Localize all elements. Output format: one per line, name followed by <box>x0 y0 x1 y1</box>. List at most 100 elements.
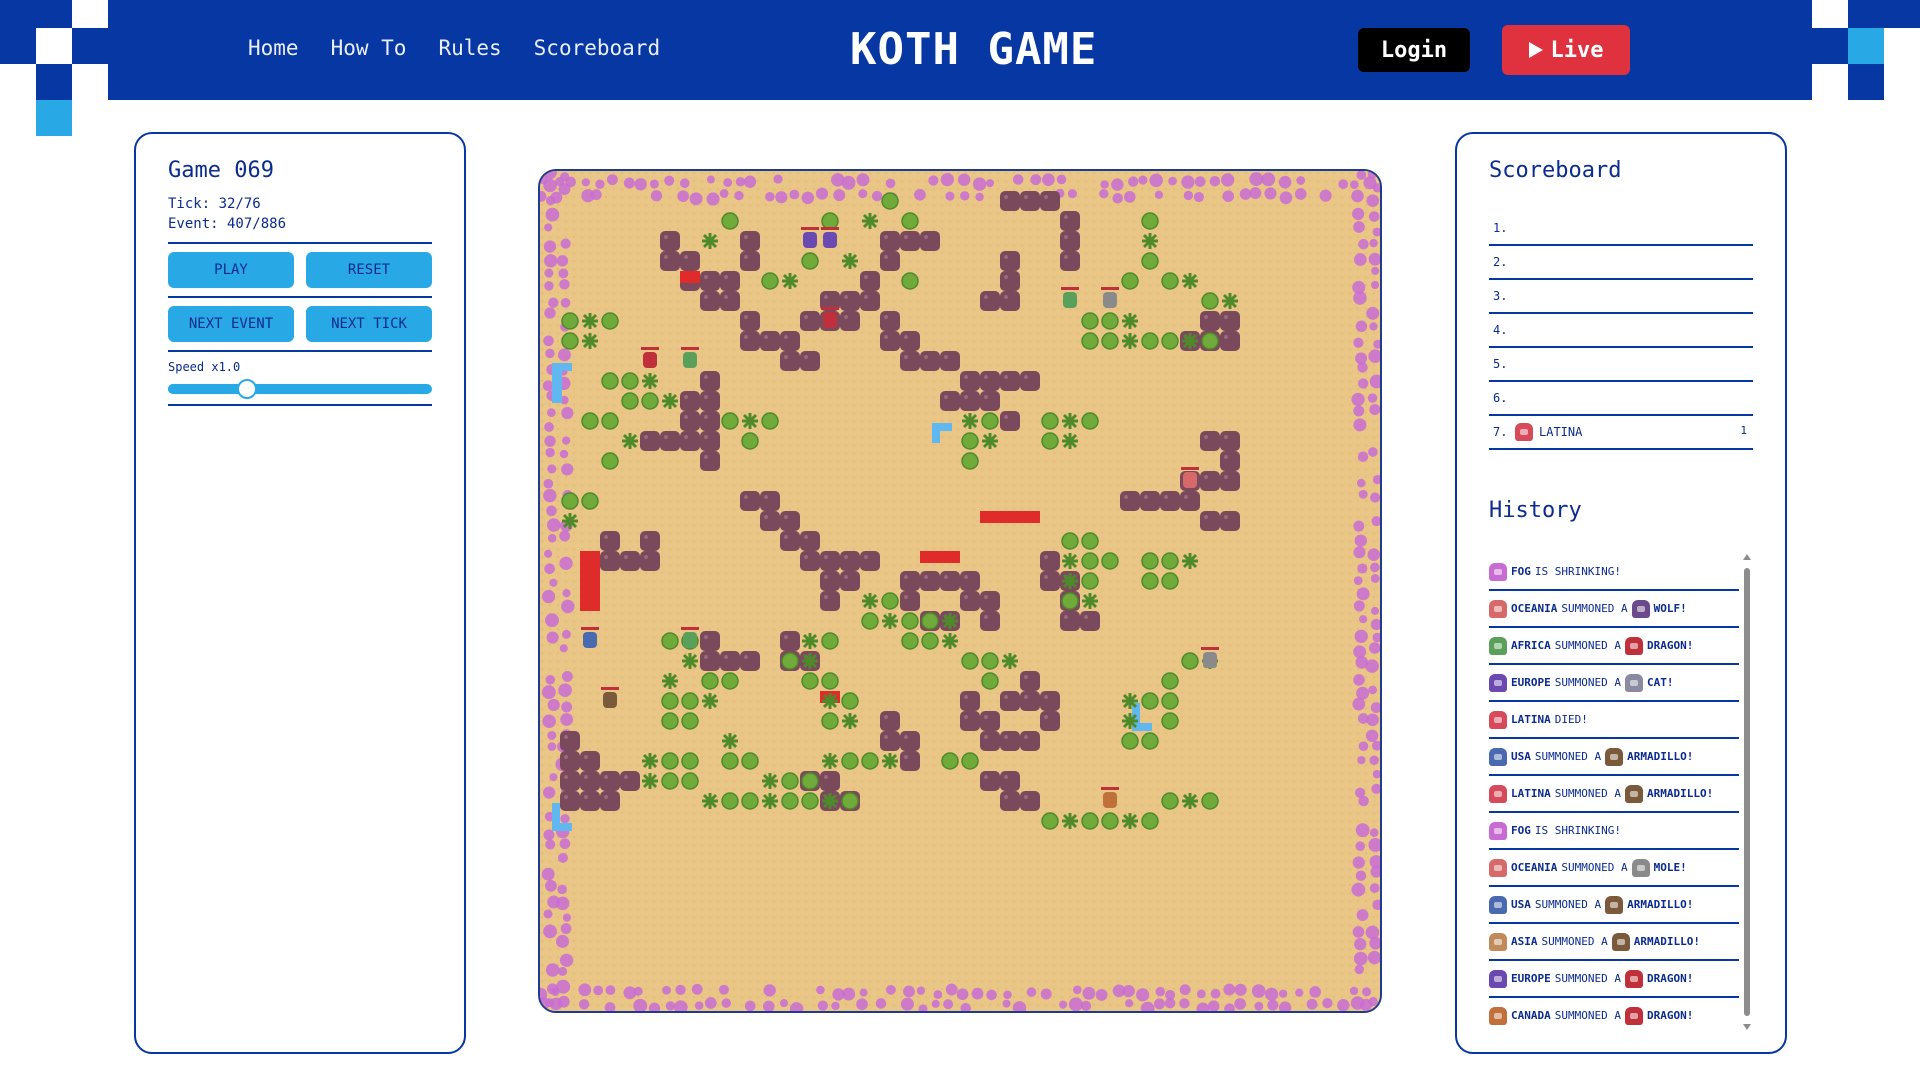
rock-speck <box>824 295 828 299</box>
play-button[interactable]: PLAY <box>168 252 294 288</box>
history-list[interactable]: FOG IS SHRINKING! OCEANIA SUMMONED A WOLF! AF… <box>1489 554 1739 1030</box>
rock-tile <box>1000 371 1020 391</box>
bush-tree <box>1081 332 1099 350</box>
palm-tree <box>722 733 738 749</box>
history-actor: ASIA <box>1511 935 1538 948</box>
rock-speck <box>844 575 848 579</box>
rock-tile <box>1060 611 1080 631</box>
rock-tile <box>980 711 1000 731</box>
game-map[interactable] <box>538 169 1382 1013</box>
speed-slider[interactable] <box>168 379 432 399</box>
rock-tile <box>660 251 680 271</box>
fog-cloud <box>1319 189 1332 202</box>
rock-tile <box>880 251 900 271</box>
fog-cloud <box>1309 986 1322 998</box>
team-name: LATINA <box>1539 425 1583 439</box>
rock-tile <box>840 551 860 571</box>
fog-cloud <box>559 556 573 571</box>
palm-tree <box>642 773 658 789</box>
nav-how-to[interactable]: How To <box>331 36 407 60</box>
bush-tree <box>981 672 999 690</box>
bush-tree <box>821 212 839 230</box>
fog-cloud <box>1354 629 1368 643</box>
fog-cloud <box>1358 795 1369 807</box>
bush-tree <box>721 212 739 230</box>
rock-speck <box>1204 315 1208 319</box>
nav-home[interactable]: Home <box>248 36 299 60</box>
nav-rules[interactable]: Rules <box>438 36 501 60</box>
fog-cloud <box>1194 176 1206 187</box>
fog-cloud <box>542 380 554 392</box>
speed-slider-thumb[interactable] <box>237 379 258 399</box>
nav-scoreboard[interactable]: Scoreboard <box>534 36 660 60</box>
fog-cloud <box>545 998 555 1008</box>
bush-tree <box>881 592 899 610</box>
rock-tile <box>1220 331 1240 351</box>
rock-tile <box>980 591 1000 611</box>
palm-tree <box>1062 553 1078 569</box>
history-target: CAT! <box>1646 676 1674 689</box>
site-logo[interactable]: KOTH GAME <box>850 24 1097 75</box>
scroll-thumb[interactable] <box>1744 568 1750 1016</box>
history-scrollbar[interactable] <box>1743 554 1751 1030</box>
fog-cloud <box>721 998 731 1008</box>
history-text: SUMMONED A <box>1534 750 1602 763</box>
login-button[interactable]: Login <box>1358 28 1470 72</box>
history-target: ARMADILLO! <box>1633 935 1700 948</box>
bush-tree <box>601 412 619 430</box>
reset-button[interactable]: RESET <box>306 252 432 288</box>
fog-cloud <box>1136 988 1150 1002</box>
fog-cloud <box>1369 828 1379 837</box>
main-nav: Home How To Rules Scoreboard <box>248 36 660 60</box>
rock-speck <box>1004 775 1008 779</box>
fog-cloud <box>544 422 554 432</box>
site-header: Home How To Rules Scoreboard KOTH GAME L… <box>0 0 1920 136</box>
rock-speck <box>1224 435 1228 439</box>
fog-cloud <box>1234 998 1246 1010</box>
rock-tile <box>980 291 1000 311</box>
fog-cloud <box>1354 938 1367 951</box>
palm-tree <box>882 753 898 769</box>
fog-cloud <box>1357 362 1368 373</box>
palm-tree <box>1062 413 1078 429</box>
fog-cloud <box>831 1001 840 1011</box>
fog-cloud <box>560 238 571 249</box>
rock-tile <box>780 511 800 531</box>
next-event-button[interactable]: NEXT EVENT <box>168 306 294 342</box>
fog-cloud <box>1056 174 1067 185</box>
history-item: FOG IS SHRINKING! <box>1489 813 1739 850</box>
palm-tree <box>582 313 598 329</box>
fog-cloud <box>975 192 984 202</box>
bush-tree <box>1161 332 1179 350</box>
divider <box>168 350 432 352</box>
bush-tree <box>561 332 579 350</box>
unit-health-bar <box>601 687 619 690</box>
palm-tree <box>1122 713 1138 729</box>
scroll-down-icon[interactable] <box>1743 1024 1751 1030</box>
fog-cloud <box>735 177 746 187</box>
rock-speck <box>904 235 908 239</box>
rock-tile <box>700 451 720 471</box>
rock-speck <box>764 335 768 339</box>
rock-tile <box>740 311 760 331</box>
scoreboard-title: Scoreboard <box>1489 158 1622 183</box>
water-tile <box>552 823 572 831</box>
rock-speck <box>1224 515 1228 519</box>
next-tick-button[interactable]: NEXT TICK <box>306 306 432 342</box>
rock-tile <box>900 331 920 351</box>
rock-tile <box>600 771 620 791</box>
unit-health-bar <box>681 627 699 630</box>
rank-label: 4. <box>1493 323 1508 337</box>
rock-tile <box>560 791 580 811</box>
bush-tree <box>941 752 959 770</box>
rock-speck <box>904 355 908 359</box>
rock-tile <box>760 331 780 351</box>
scroll-up-icon[interactable] <box>1743 554 1751 560</box>
history-text: DIED! <box>1554 713 1588 726</box>
live-button[interactable]: Live <box>1502 25 1630 75</box>
scoreboard-row: 6. <box>1489 382 1753 416</box>
dragon-icon <box>1624 969 1643 988</box>
fog-cloud <box>544 563 555 575</box>
rock-tile <box>920 571 940 591</box>
fog-cloud <box>547 533 557 543</box>
